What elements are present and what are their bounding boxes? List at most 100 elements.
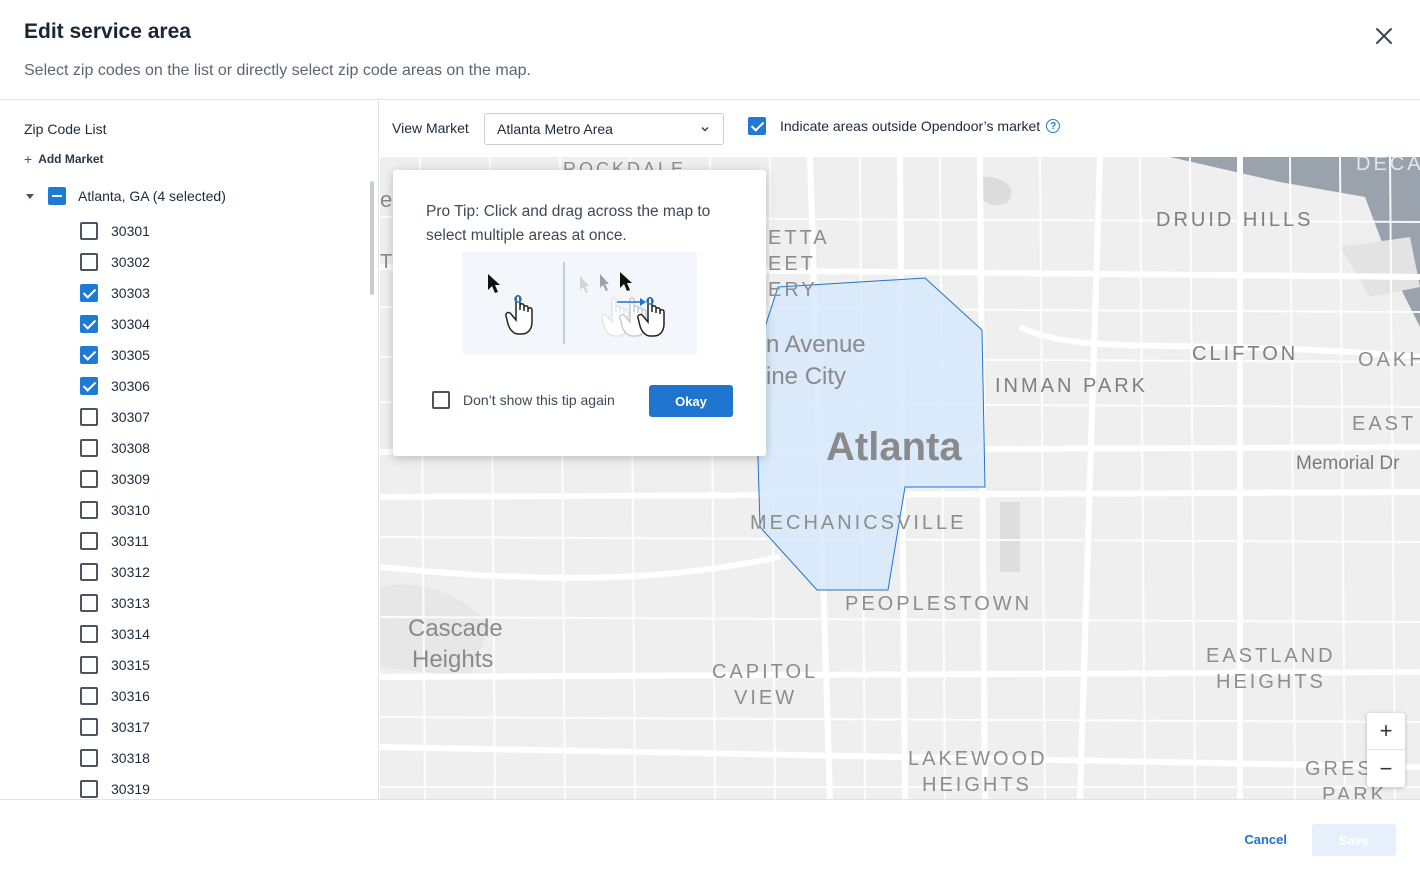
modal-footer: Cancel Save [0, 799, 1420, 880]
list-scrollbar[interactable] [370, 181, 374, 295]
zip-code-label: 30310 [111, 501, 150, 518]
zip-code-row[interactable]: 30301 [80, 215, 150, 246]
zip-code-label: 30308 [111, 439, 150, 456]
zip-code-checkbox[interactable] [80, 500, 98, 519]
zip-code-checkbox[interactable] [80, 717, 98, 736]
indicate-outside-label: Indicate areas outside Opendoor’s market [780, 118, 1041, 134]
zip-code-label: 30318 [111, 749, 150, 766]
zip-code-label: 30319 [111, 780, 150, 797]
plus-icon: + [24, 151, 33, 167]
zip-code-row[interactable]: 30305 [80, 339, 150, 370]
indicate-outside-checkbox[interactable] [748, 117, 766, 135]
cancel-button[interactable]: Cancel [1244, 832, 1287, 847]
zip-code-checkbox[interactable] [80, 252, 98, 271]
map-label: e [380, 187, 393, 212]
zip-code-checkbox[interactable] [80, 593, 98, 612]
zip-code-label: 30315 [111, 656, 150, 673]
map-label: EET [768, 253, 816, 275]
zip-code-checkbox[interactable] [80, 221, 98, 240]
add-market-button[interactable]: + Add Market [24, 151, 104, 167]
map-label: EASTLAND [1206, 645, 1336, 667]
close-icon[interactable] [1372, 24, 1396, 48]
map-label: ERY [768, 279, 818, 301]
market-select[interactable]: Atlanta Metro Area [484, 113, 724, 145]
zip-code-panel: Zip Code List + Add Market Atlanta, GA (… [0, 101, 379, 799]
zip-code-checkbox[interactable] [80, 407, 98, 426]
map-label: ine City [766, 363, 847, 390]
chevron-down-icon [701, 126, 709, 132]
map-label: PEOPLESTOWN [845, 593, 1033, 615]
zip-code-label: 30303 [111, 284, 150, 301]
zip-code-checkbox[interactable] [80, 655, 98, 674]
pro-tip-text: Pro Tip: Click and drag across the map t… [426, 203, 711, 244]
zip-code-row[interactable]: 30313 [80, 587, 150, 618]
market-group-checkbox[interactable] [48, 187, 66, 205]
zip-code-row[interactable]: 30317 [80, 711, 150, 742]
zip-code-label: 30302 [111, 253, 150, 270]
map-label: CAPITOL [712, 661, 819, 683]
zip-code-row[interactable]: 30303 [80, 277, 150, 308]
zip-code-row[interactable]: 30314 [80, 618, 150, 649]
map-label: Cascade [408, 615, 503, 642]
map-label: Memorial Dr [1296, 453, 1400, 474]
hand-icon [505, 295, 533, 335]
zoom-in-button[interactable]: + [1367, 713, 1405, 750]
zip-code-row[interactable]: 30316 [80, 680, 150, 711]
zip-code-label: 30305 [111, 346, 150, 363]
save-button[interactable]: Save [1312, 824, 1396, 856]
zip-code-checkbox[interactable] [80, 376, 98, 395]
map-label: VIEW [734, 687, 798, 709]
zip-code-list-heading: Zip Code List [24, 121, 107, 137]
zip-code-row[interactable]: 30309 [80, 463, 150, 494]
zip-code-checkbox[interactable] [80, 686, 98, 705]
zip-code-row[interactable]: 30319 [80, 773, 150, 799]
okay-button[interactable]: Okay [649, 385, 733, 417]
zip-code-row[interactable]: 30304 [80, 308, 150, 339]
zip-code-checkbox[interactable] [80, 469, 98, 488]
help-icon[interactable]: ? [1046, 119, 1061, 133]
dont-show-tip-label: Don’t show this tip again [463, 392, 615, 408]
modal-title: Edit service area [24, 20, 191, 43]
zip-code-checkbox[interactable] [80, 779, 98, 798]
zip-code-row[interactable]: 30311 [80, 525, 150, 556]
drag-select-illustration [462, 252, 697, 354]
zip-code-checkbox[interactable] [80, 531, 98, 550]
zip-code-checkbox[interactable] [80, 314, 98, 333]
zip-code-label: 30316 [111, 687, 150, 704]
zip-code-row[interactable]: 30307 [80, 401, 150, 432]
zip-code-row[interactable]: 30308 [80, 432, 150, 463]
zip-code-label: 30313 [111, 594, 150, 611]
zoom-out-button[interactable]: − [1367, 750, 1405, 787]
zip-code-label: 30317 [111, 718, 150, 735]
zip-code-row[interactable]: 30306 [80, 370, 150, 401]
zip-code-row[interactable]: 30318 [80, 742, 150, 773]
dont-show-tip-toggle[interactable]: Don’t show this tip again [432, 391, 615, 409]
map-label: LAKEWOOD [908, 748, 1048, 770]
modal-header: Edit service area Select zip codes on th… [0, 0, 1420, 100]
zip-code-checkbox[interactable] [80, 624, 98, 643]
zip-code-checkbox[interactable] [80, 345, 98, 364]
zip-code-checkbox[interactable] [80, 562, 98, 581]
zip-code-row[interactable]: 30315 [80, 649, 150, 680]
map-label: n Avenue [766, 331, 866, 358]
map-label: INMAN PARK [995, 375, 1148, 397]
dont-show-tip-checkbox[interactable] [432, 391, 450, 409]
zip-code-row[interactable]: 30302 [80, 246, 150, 277]
zip-code-row[interactable]: 30310 [80, 494, 150, 525]
view-market-label: View Market [392, 120, 469, 136]
edit-service-area-modal: Edit service area Select zip codes on th… [0, 0, 1420, 880]
indicate-outside-toggle[interactable]: Indicate areas outside Opendoor’s market… [748, 117, 1061, 135]
zip-code-list: 30301 30302 30303 30304 30305 30306 30307 30308… [80, 215, 150, 799]
caret-down-icon[interactable] [24, 190, 36, 202]
map-label: OAKH [1358, 349, 1420, 371]
zip-code-checkbox[interactable] [80, 748, 98, 767]
zip-code-label: 30309 [111, 470, 150, 487]
map-label: GRES [1305, 758, 1374, 780]
zip-code-checkbox[interactable] [80, 438, 98, 457]
zip-code-checkbox[interactable] [80, 283, 98, 302]
market-group-row[interactable]: Atlanta, GA (4 selected) [24, 185, 226, 207]
map-toolbar: View Market Atlanta Metro Area Indicate … [380, 101, 1420, 157]
zip-code-label: 30314 [111, 625, 150, 642]
drag-illustration-svg [488, 262, 665, 344]
zip-code-row[interactable]: 30312 [80, 556, 150, 587]
